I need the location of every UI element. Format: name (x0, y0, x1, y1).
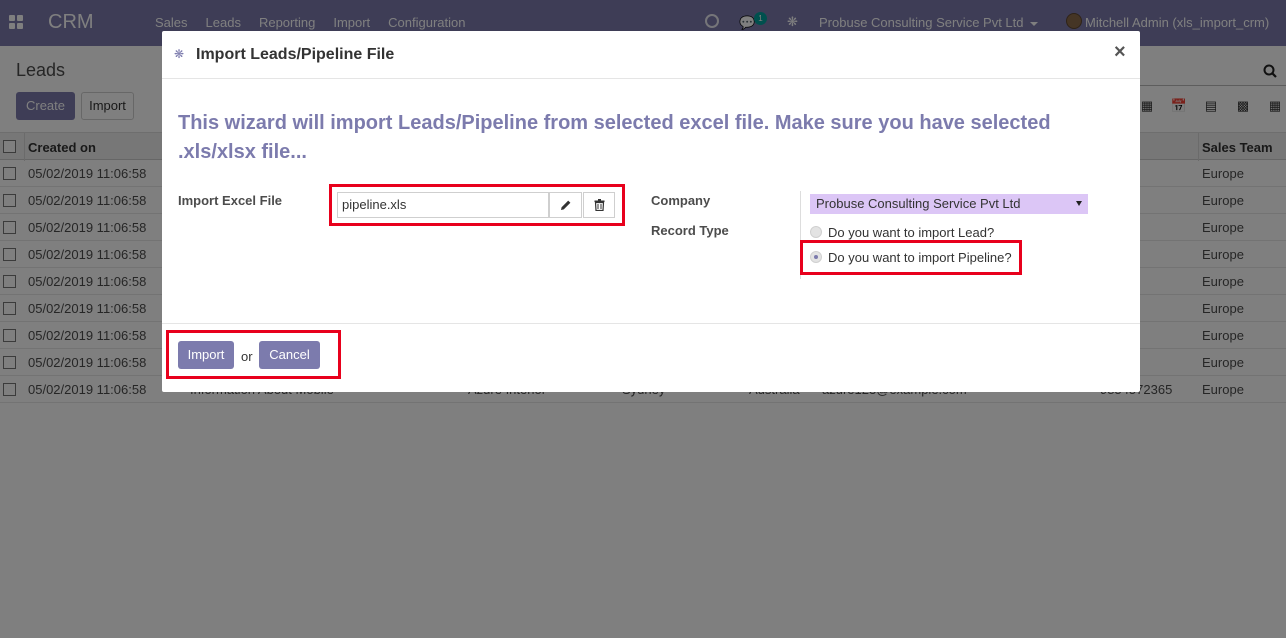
radio-label-lead[interactable]: Do you want to import Lead? (828, 225, 994, 240)
highlight-box-file (329, 184, 625, 226)
dialog-title: Import Leads/Pipeline File (196, 46, 395, 63)
import-file-label: Import Excel File (178, 193, 283, 208)
import-dialog: ❋ Import Leads/Pipeline File × This wiza… (162, 31, 1140, 392)
dialog-header: ❋ Import Leads/Pipeline File × (162, 31, 1140, 79)
record-type-label: Record Type (651, 223, 729, 238)
company-select[interactable]: Probuse Consulting Service Pvt Ltd (810, 194, 1088, 214)
company-select-value: Probuse Consulting Service Pvt Ltd (816, 196, 1021, 211)
debug-bug-icon[interactable]: ❋ (174, 47, 184, 61)
highlight-box-buttons (166, 330, 341, 379)
close-icon[interactable]: × (1114, 41, 1126, 64)
wizard-message: This wizard will import Leads/Pipeline f… (178, 112, 1051, 163)
highlight-box-pipeline (800, 240, 1022, 275)
radio-import-lead[interactable] (810, 226, 822, 238)
company-label: Company (651, 193, 711, 208)
dropdown-arrow-icon (1076, 201, 1082, 206)
